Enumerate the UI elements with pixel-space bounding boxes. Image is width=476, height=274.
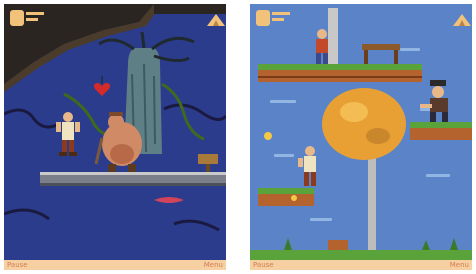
softkey-left[interactable]: Pause [7, 260, 28, 270]
stone-pillar [328, 8, 338, 64]
platform-left [258, 188, 314, 206]
game-screen-sky: Pause Menu [250, 4, 472, 270]
game-screen-cave: Pause Menu [4, 4, 226, 270]
platform-right [410, 122, 472, 140]
softkey-bar: Pause Menu [4, 260, 226, 270]
softkey-right[interactable]: Menu [204, 260, 223, 270]
sky-scene [250, 4, 472, 270]
softkey-right[interactable]: Menu [450, 260, 469, 270]
coin-icon [264, 132, 272, 140]
softkey-bar: Pause Menu [250, 260, 472, 270]
cave-scene [4, 4, 226, 270]
softkey-left[interactable]: Pause [253, 260, 274, 270]
platform-top [258, 64, 422, 82]
